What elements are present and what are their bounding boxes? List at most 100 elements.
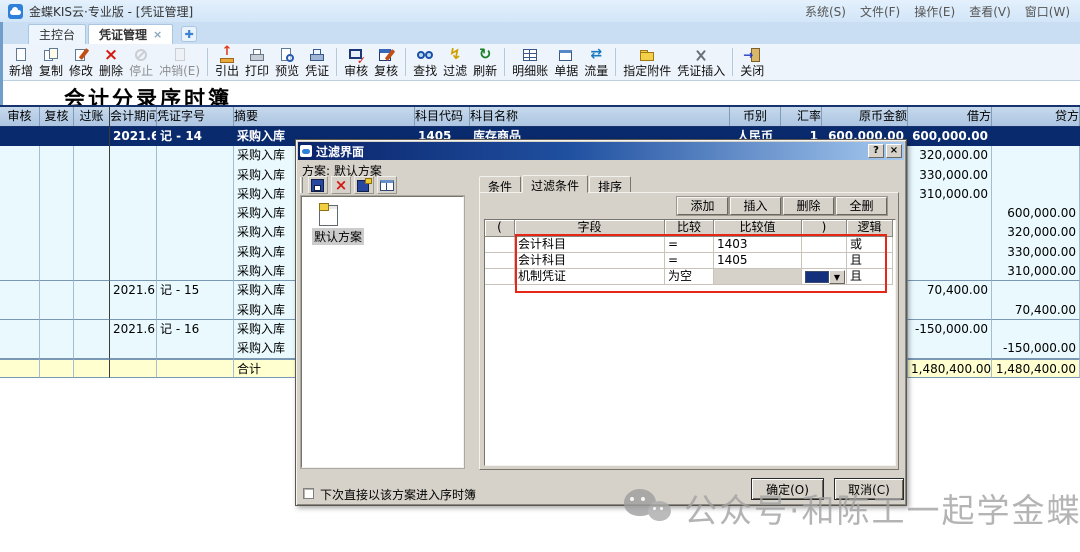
nav-tabs: 主控台凭证管理 × ✚ bbox=[0, 22, 1080, 44]
close-tab-icon[interactable]: × bbox=[153, 29, 162, 40]
journal-cell bbox=[110, 166, 157, 185]
menubar-item[interactable]: 操作(E) bbox=[914, 3, 955, 20]
toolbar-button-close-door[interactable]: 关闭 bbox=[737, 46, 767, 79]
dialog-toolbar-button-save-as[interactable] bbox=[354, 176, 374, 194]
journal-cell bbox=[40, 301, 74, 320]
toolbar-button-label: 复核 bbox=[374, 64, 398, 78]
dialog-titlebar[interactable]: 过滤界面 ? × bbox=[298, 142, 904, 160]
nav-tab-label: 凭证管理 bbox=[99, 26, 147, 43]
menubar-item[interactable]: 查看(V) bbox=[969, 3, 1011, 20]
scheme-file-icon bbox=[318, 203, 338, 225]
new-tab-icon[interactable]: ✚ bbox=[181, 26, 197, 42]
menubar-item[interactable]: 窗口(W) bbox=[1025, 3, 1070, 20]
find-icon bbox=[416, 47, 434, 64]
journal-cell bbox=[908, 243, 992, 262]
journal-cell bbox=[74, 223, 110, 242]
journal-cell bbox=[110, 262, 157, 281]
toolbar-separator bbox=[504, 48, 505, 76]
toolbar-button-voucher-insert[interactable]: 凭证插入 bbox=[674, 46, 728, 79]
journal-cell bbox=[908, 301, 992, 320]
window-titlebar: 金蝶KIS云·专业版 - [凭证管理] 系统(S)文件(F)操作(E)查看(V)… bbox=[0, 0, 1080, 22]
toolbar-button-print[interactable]: 打印 bbox=[242, 46, 272, 79]
journal-cell bbox=[74, 243, 110, 262]
add-button[interactable]: 添加 bbox=[677, 197, 728, 215]
journal-cell bbox=[0, 146, 40, 165]
nav-tab-0[interactable]: 主控台 bbox=[28, 24, 86, 44]
journal-cell: 1,480,400.00 bbox=[908, 359, 992, 378]
toolbar-button-preview[interactable]: 预览 bbox=[272, 46, 302, 79]
enter-with-scheme-checkbox[interactable] bbox=[303, 488, 314, 499]
toolbar-separator bbox=[207, 48, 208, 76]
stop-icon bbox=[132, 47, 150, 64]
toolbar-button-refresh[interactable]: 刷新 bbox=[470, 46, 500, 79]
journal-cell bbox=[40, 185, 74, 204]
dialog-toolbar-button-table-view[interactable] bbox=[377, 176, 397, 194]
filter-grid-cell bbox=[485, 237, 515, 253]
scheme-item[interactable]: 默认方案 bbox=[312, 228, 364, 245]
journal-cell bbox=[908, 339, 992, 358]
menubar-item[interactable]: 系统(S) bbox=[805, 3, 846, 20]
toolbar-button-new-document[interactable]: 新增 bbox=[6, 46, 36, 79]
dialog-logo-icon bbox=[300, 145, 312, 157]
filter-grid-cell bbox=[485, 253, 515, 269]
journal-cell bbox=[157, 243, 234, 262]
print-icon bbox=[248, 47, 266, 64]
menubar-item[interactable]: 文件(F) bbox=[860, 3, 900, 20]
dialog-tab-sort[interactable]: 排序 bbox=[589, 176, 631, 193]
toolbar-button-find[interactable]: 查找 bbox=[410, 46, 440, 79]
journal-cell: 600,000.00 bbox=[992, 204, 1080, 223]
nav-tab-1[interactable]: 凭证管理 × bbox=[88, 24, 173, 44]
dialog-close-button[interactable]: × bbox=[886, 144, 902, 158]
insert-button[interactable]: 插入 bbox=[730, 197, 781, 215]
toolbar-button-delete[interactable]: 删除 bbox=[96, 46, 126, 79]
scheme-listbox[interactable]: 默认方案 bbox=[301, 196, 464, 468]
toolbar-button-label: 新增 bbox=[9, 64, 33, 78]
toolbar-button-attachment-folder[interactable]: 指定附件 bbox=[620, 46, 674, 79]
journal-cell: 330,000.00 bbox=[908, 166, 992, 185]
journal-cell bbox=[0, 185, 40, 204]
watermark-text: 公众号·和陈工一起学金蝶 bbox=[684, 484, 1080, 532]
toolbar-button-filter[interactable]: 过滤 bbox=[440, 46, 470, 79]
journal-cell bbox=[157, 359, 234, 378]
toolbar-button-voucher-print[interactable]: 凭证 bbox=[302, 46, 332, 79]
journal-cell: 记 - 14 bbox=[157, 127, 234, 146]
toolbar-button-review[interactable]: 复核 bbox=[371, 46, 401, 79]
dialog-tabs: 条件过滤条件排序 bbox=[479, 175, 632, 193]
menubar: 系统(S) 文件(F) 操作(E) 查看(V) 窗口(W) bbox=[805, 3, 1080, 20]
journal-column-header: 借方 bbox=[908, 107, 992, 126]
delete-scheme-icon bbox=[333, 178, 349, 193]
journal-cell bbox=[40, 127, 74, 146]
dialog-toolbar bbox=[300, 176, 397, 194]
toolbar-button-document[interactable]: 单据 bbox=[551, 46, 581, 79]
toolbar-button-audit[interactable]: 审核 bbox=[341, 46, 371, 79]
dialog-toolbar-button-delete-scheme[interactable] bbox=[331, 176, 351, 194]
toolbar-button-flow[interactable]: 流量 bbox=[581, 46, 611, 79]
journal-column-header: 审核 bbox=[0, 107, 40, 126]
dialog-help-button[interactable]: ? bbox=[868, 144, 884, 158]
journal-cell bbox=[40, 262, 74, 281]
journal-cell bbox=[74, 185, 110, 204]
delete-all-button[interactable]: 全删 bbox=[836, 197, 887, 215]
dialog-tab-filter-condition[interactable]: 过滤条件 bbox=[522, 175, 588, 193]
journal-cell bbox=[157, 262, 234, 281]
delete-row-button[interactable]: 删除 bbox=[783, 197, 834, 215]
toolbar-button-label: 流量 bbox=[584, 64, 608, 78]
filter-icon bbox=[446, 47, 464, 64]
journal-cell: 2021.6 bbox=[110, 127, 157, 146]
journal-cell: 70,400.00 bbox=[992, 301, 1080, 320]
journal-cell bbox=[157, 166, 234, 185]
toolbar-button-label: 凭证 bbox=[305, 64, 329, 78]
toolbar-separator bbox=[405, 48, 406, 76]
dialog-toolbar-button-save[interactable] bbox=[308, 176, 328, 194]
journal-column-header: 摘要 bbox=[234, 107, 415, 126]
toolbar-button-edit[interactable]: 修改 bbox=[66, 46, 96, 79]
toolbar-button-export[interactable]: 引出 bbox=[212, 46, 242, 79]
dialog-tab-condition[interactable]: 条件 bbox=[479, 176, 521, 193]
toolbar-button-detail-ledger[interactable]: 明细账 bbox=[509, 46, 551, 79]
export-icon bbox=[218, 47, 236, 64]
journal-cell bbox=[0, 359, 40, 378]
filter-action-buttons: 添加插入删除全删 bbox=[677, 197, 887, 215]
journal-cell bbox=[110, 223, 157, 242]
toolbar-button-copy[interactable]: 复制 bbox=[36, 46, 66, 79]
journal-cell bbox=[74, 204, 110, 223]
